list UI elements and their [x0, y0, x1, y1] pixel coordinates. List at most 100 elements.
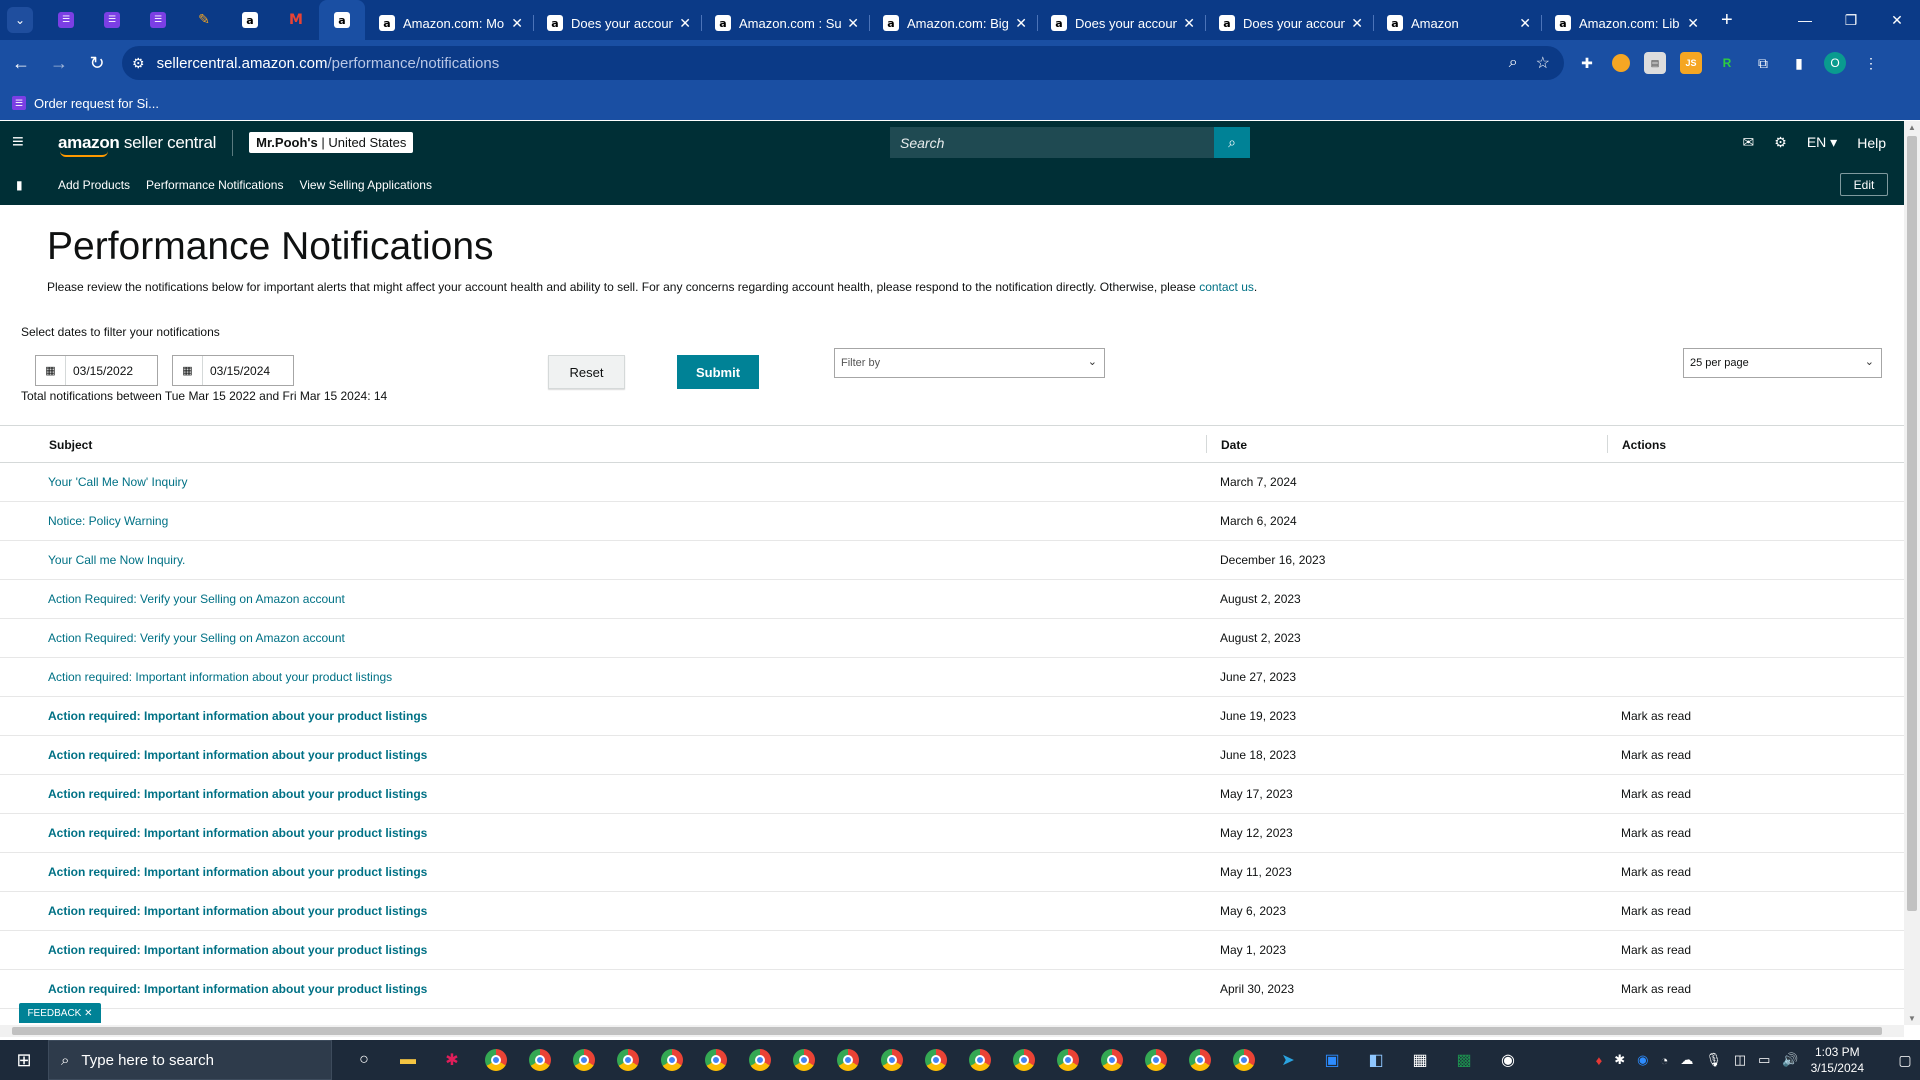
- vertical-scrollbar[interactable]: ▲ ▼: [1904, 121, 1920, 1025]
- close-icon[interactable]: ✕: [1015, 15, 1027, 32]
- taskbar-clock[interactable]: 1:03 PM 3/15/2024: [1811, 1044, 1864, 1076]
- minimize-icon[interactable]: —: [1782, 0, 1828, 40]
- submit-button[interactable]: Submit: [677, 355, 759, 389]
- chrome-icon[interactable]: [650, 1040, 694, 1080]
- notification-subject-link[interactable]: Action required: Important information a…: [48, 670, 392, 684]
- mail-icon[interactable]: ✉: [1743, 134, 1755, 151]
- scroll-thumb[interactable]: [12, 1027, 1882, 1035]
- notification-subject-link[interactable]: Your 'Call Me Now' Inquiry: [48, 475, 188, 489]
- mark-as-read-link[interactable]: Mark as read: [1621, 943, 1691, 957]
- scroll-thumb[interactable]: [1907, 136, 1917, 911]
- pinned-tab-amazon-active[interactable]: a: [319, 0, 365, 40]
- extension-card-icon[interactable]: ▤: [1644, 52, 1666, 74]
- help-link[interactable]: Help: [1857, 135, 1886, 151]
- notification-subject-link[interactable]: Action required: Important information a…: [48, 748, 427, 762]
- language-selector[interactable]: EN ▾: [1807, 134, 1837, 151]
- nav-add-products[interactable]: Add Products: [58, 178, 130, 192]
- extension-js-icon[interactable]: JS: [1680, 52, 1702, 74]
- file-explorer-icon[interactable]: ▬: [386, 1040, 430, 1080]
- chrome-icon[interactable]: [738, 1040, 782, 1080]
- notification-subject-link[interactable]: Action required: Important information a…: [48, 787, 427, 801]
- close-icon[interactable]: ✕: [1183, 15, 1195, 32]
- calendar-icon[interactable]: ▦: [36, 356, 66, 385]
- bookmark-star-icon[interactable]: ☆: [1536, 53, 1550, 73]
- telegram-icon[interactable]: ➤: [1266, 1040, 1310, 1080]
- notification-subject-link[interactable]: Your Call me Now Inquiry.: [48, 553, 185, 567]
- address-bar[interactable]: ⚙ sellercentral.amazon.com/performance/n…: [122, 46, 1564, 80]
- pinned-tab-amazon[interactable]: a: [227, 0, 273, 40]
- store-switcher[interactable]: Mr.Pooh's | United States: [249, 132, 414, 153]
- close-icon[interactable]: ✕: [679, 15, 691, 32]
- edit-nav-button[interactable]: Edit: [1840, 173, 1888, 196]
- chrome-icon[interactable]: [958, 1040, 1002, 1080]
- back-arrow-icon[interactable]: ←: [4, 46, 38, 80]
- bookmark-item[interactable]: Order request for Si...: [34, 96, 159, 111]
- scroll-down-icon[interactable]: ▼: [1908, 1014, 1916, 1023]
- chrome-icon[interactable]: [606, 1040, 650, 1080]
- chrome-icon[interactable]: [1090, 1040, 1134, 1080]
- zoom-icon[interactable]: ⌕: [1509, 54, 1518, 72]
- calendar-icon[interactable]: ▦: [173, 356, 203, 385]
- browser-tab[interactable]: a Amazon.com : Su ✕: [701, 6, 869, 40]
- chrome-icon[interactable]: [694, 1040, 738, 1080]
- mark-as-read-link[interactable]: Mark as read: [1621, 826, 1691, 840]
- site-info-icon[interactable]: ⚙: [132, 55, 145, 72]
- notification-subject-link[interactable]: Notice: Policy Warning: [48, 514, 168, 528]
- microphone-icon[interactable]: 🎙: [1705, 1052, 1722, 1068]
- side-panel-icon[interactable]: ▮: [1788, 52, 1810, 74]
- notification-subject-link[interactable]: Action Required: Verify your Selling on …: [48, 631, 345, 645]
- restore-icon[interactable]: ❐: [1828, 0, 1874, 40]
- chrome-icon[interactable]: [1002, 1040, 1046, 1080]
- close-icon[interactable]: ✕: [847, 15, 859, 32]
- notification-subject-link[interactable]: Action required: Important information a…: [48, 709, 427, 723]
- extension-r-icon[interactable]: R: [1716, 52, 1738, 74]
- start-date-input[interactable]: ▦ 03/15/2022: [35, 355, 158, 386]
- reset-button[interactable]: Reset: [548, 355, 625, 389]
- feedback-button[interactable]: FEEDBACK ✕: [19, 1003, 101, 1023]
- bookmark-icon[interactable]: ▮: [16, 178, 32, 192]
- pinned-tab-tool[interactable]: ✎: [181, 0, 227, 40]
- forward-arrow-icon[interactable]: →: [42, 46, 76, 80]
- chrome-icon[interactable]: [914, 1040, 958, 1080]
- notes-icon[interactable]: ◧: [1354, 1040, 1398, 1080]
- camera-icon[interactable]: ◫: [1734, 1052, 1746, 1068]
- close-icon[interactable]: ✕: [1687, 15, 1699, 32]
- filter-by-select[interactable]: Filter by ⌄: [834, 348, 1105, 378]
- browser-tab[interactable]: a Amazon ✕: [1373, 6, 1541, 40]
- taskbar-search[interactable]: ⌕ Type here to search: [48, 1040, 332, 1080]
- mark-as-read-link[interactable]: Mark as read: [1621, 709, 1691, 723]
- per-page-select[interactable]: 25 per page ⌄: [1683, 348, 1882, 378]
- contact-us-link[interactable]: contact us: [1199, 280, 1254, 294]
- notification-subject-link[interactable]: Action required: Important information a…: [48, 943, 427, 957]
- hamburger-menu-icon[interactable]: ≡: [12, 131, 34, 154]
- new-tab-plus-icon[interactable]: +: [1721, 9, 1733, 32]
- menu-kebab-icon[interactable]: ⋮: [1860, 52, 1882, 74]
- tray-app-icon[interactable]: ♦: [1596, 1053, 1603, 1068]
- profile-avatar[interactable]: O: [1824, 52, 1846, 74]
- chrome-icon[interactable]: [1178, 1040, 1222, 1080]
- mark-as-read-link[interactable]: Mark as read: [1621, 787, 1691, 801]
- search-input[interactable]: Search: [900, 135, 1214, 151]
- mark-as-read-link[interactable]: Mark as read: [1621, 865, 1691, 879]
- reload-icon[interactable]: ↻: [80, 46, 114, 80]
- notifications-icon[interactable]: ▢: [1890, 1052, 1920, 1069]
- chrome-icon[interactable]: [474, 1040, 518, 1080]
- close-icon[interactable]: ✕: [1351, 15, 1363, 32]
- end-date-input[interactable]: ▦ 03/15/2024: [172, 355, 294, 386]
- task-view-icon[interactable]: ○: [342, 1040, 386, 1080]
- notification-subject-link[interactable]: Action required: Important information a…: [48, 826, 427, 840]
- notification-subject-link[interactable]: Action required: Important information a…: [48, 982, 427, 996]
- nav-performance-notifications[interactable]: Performance Notifications: [146, 178, 283, 192]
- tray-chrome-icon[interactable]: ◔: [1660, 1053, 1668, 1068]
- notification-subject-link[interactable]: Action Required: Verify your Selling on …: [48, 592, 345, 606]
- close-icon[interactable]: ✕: [84, 1008, 92, 1019]
- extension-puzzle-plus-icon[interactable]: ✚: [1576, 52, 1598, 74]
- close-icon[interactable]: ✕: [511, 15, 523, 32]
- chrome-icon[interactable]: [1222, 1040, 1266, 1080]
- excel-icon[interactable]: ▩: [1442, 1040, 1486, 1080]
- gear-icon[interactable]: ⚙: [1774, 134, 1787, 151]
- pinned-tab-list-2[interactable]: ☰: [89, 0, 135, 40]
- seller-central-logo[interactable]: amazon seller central: [58, 133, 216, 157]
- windows-start-icon[interactable]: ⊞: [0, 1040, 48, 1080]
- close-window-icon[interactable]: ✕: [1874, 0, 1920, 40]
